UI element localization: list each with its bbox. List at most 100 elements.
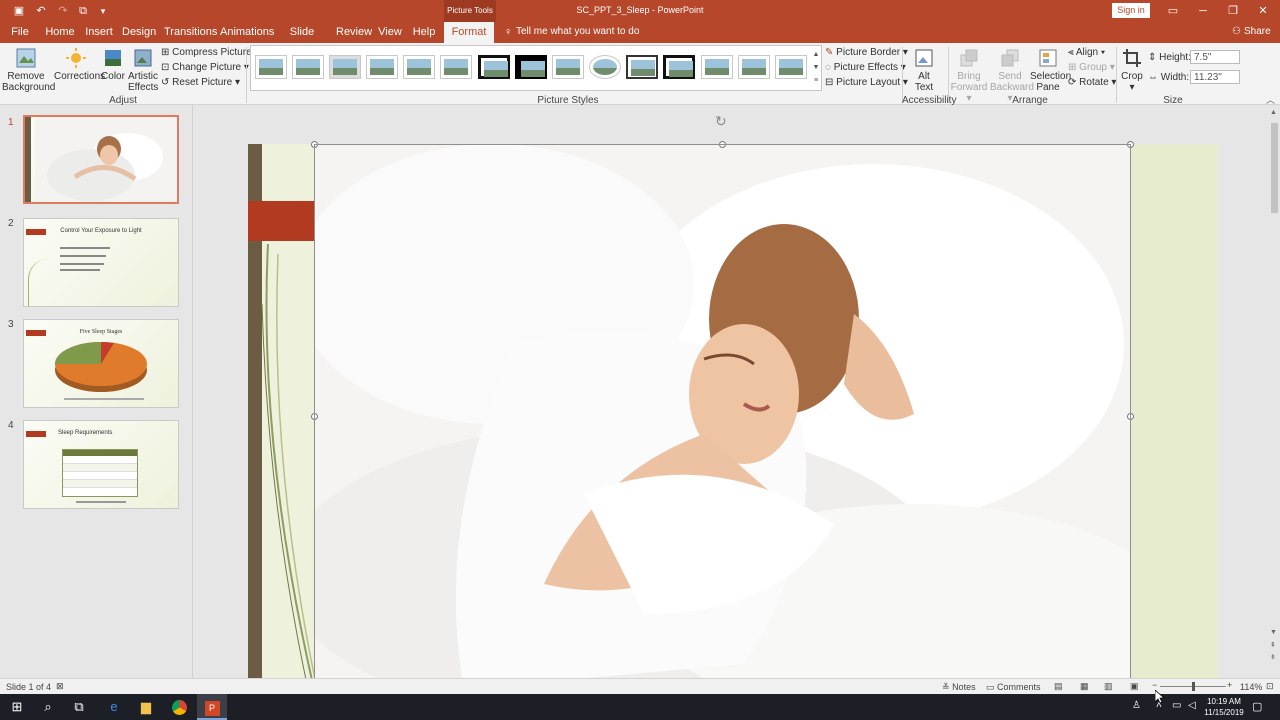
minimize-icon[interactable]: ─: [1194, 3, 1212, 19]
artistic-effects-button[interactable]: Artistic Effects: [128, 47, 158, 93]
change-picture-button[interactable]: ⊡ Change Picture ▾: [161, 61, 249, 74]
tab-transitions[interactable]: Transitions: [164, 22, 217, 43]
tab-format[interactable]: Format: [444, 22, 494, 43]
undo-icon[interactable]: ↶: [32, 3, 50, 19]
align-button[interactable]: ⫷ Align ▾: [1068, 46, 1105, 59]
clock[interactable]: 10:19 AM 11/15/2019: [1202, 696, 1246, 718]
chrome-icon[interactable]: [164, 694, 194, 720]
remove-background-button[interactable]: Remove Background: [2, 47, 55, 93]
previous-slide-icon[interactable]: ⇞: [1270, 641, 1276, 649]
picture-style-3[interactable]: [329, 55, 361, 79]
picture-style-11[interactable]: [626, 55, 658, 79]
height-input[interactable]: 7.5": [1190, 50, 1240, 64]
picture-style-10[interactable]: [589, 55, 621, 79]
alt-text-button[interactable]: Alt Text: [906, 47, 942, 93]
file-explorer-icon[interactable]: ▆: [131, 694, 161, 720]
zoom-slider-thumb[interactable]: [1192, 682, 1195, 691]
selection-pane-button[interactable]: Selection Pane: [1030, 47, 1071, 93]
save-icon[interactable]: ▣: [10, 3, 28, 19]
vertical-scrollbar[interactable]: ▲ ▼ ⇞ ⇟: [1268, 105, 1280, 678]
ribbon-display-options-icon[interactable]: ▭: [1164, 3, 1182, 19]
picture-style-4[interactable]: [366, 55, 398, 79]
scroll-thumb[interactable]: [1271, 123, 1278, 213]
picture-layout-button[interactable]: ⊟ Picture Layout ▾: [825, 76, 908, 89]
tell-me-search[interactable]: Tell me what you want to do: [516, 26, 639, 37]
slide-sorter-icon[interactable]: ▦: [1080, 681, 1089, 692]
resize-handle-tl[interactable]: [311, 141, 318, 148]
tab-view[interactable]: View: [376, 22, 404, 43]
resize-handle-ml[interactable]: [311, 413, 318, 420]
picture-style-2[interactable]: [292, 55, 324, 79]
picture-style-7[interactable]: [478, 55, 510, 79]
tab-slide-show[interactable]: Slide Show: [280, 22, 324, 58]
resize-handle-mr[interactable]: [1127, 413, 1134, 420]
rotate-button[interactable]: ⟳ Rotate ▾: [1068, 76, 1116, 89]
picture-effects-button[interactable]: ◌ Picture Effects ▾: [825, 61, 906, 74]
tab-animations[interactable]: Animations: [220, 22, 274, 43]
picture-style-8[interactable]: [515, 55, 547, 79]
spell-check-icon[interactable]: ⊠: [56, 681, 64, 692]
resize-handle-tc[interactable]: [719, 141, 726, 148]
width-input[interactable]: 11.23": [1190, 70, 1240, 84]
slide-thumbnail-2[interactable]: Control Your Exposure to Light: [23, 218, 179, 307]
color-button[interactable]: Color: [100, 47, 126, 82]
bring-forward-button[interactable]: Bring Forward ▾: [950, 47, 988, 104]
notes-button[interactable]: ≚ Notes: [942, 682, 976, 693]
compress-pictures-button[interactable]: ⊞ Compress Pictures: [161, 46, 257, 59]
reading-view-icon[interactable]: ▥: [1104, 681, 1113, 692]
restore-icon[interactable]: ❐: [1224, 3, 1242, 19]
picture-style-9[interactable]: [552, 55, 584, 79]
reset-picture-button[interactable]: ↺ Reset Picture ▾: [161, 76, 240, 89]
action-center-icon[interactable]: ▢: [1252, 700, 1262, 713]
powerpoint-taskbar-icon[interactable]: P: [197, 694, 227, 720]
picture-style-5[interactable]: [403, 55, 435, 79]
tab-help[interactable]: Help: [412, 22, 436, 43]
network-icon[interactable]: ▭: [1172, 700, 1181, 711]
picture-style-15[interactable]: [775, 55, 807, 79]
sign-in-button[interactable]: Sign in: [1112, 3, 1150, 18]
start-from-beginning-icon[interactable]: ⧉: [74, 3, 92, 19]
picture-style-1[interactable]: [255, 55, 287, 79]
customize-qat-icon[interactable]: ▾: [94, 3, 112, 19]
slide-show-icon[interactable]: ▣: [1130, 681, 1139, 692]
next-slide-icon[interactable]: ⇟: [1270, 653, 1276, 661]
tab-insert[interactable]: Insert: [84, 22, 114, 43]
picture-style-12[interactable]: [663, 55, 695, 79]
fit-slide-icon[interactable]: ⊡: [1266, 681, 1274, 692]
zoom-out-icon[interactable]: −: [1152, 680, 1157, 690]
current-slide[interactable]: [248, 141, 1218, 678]
picture-style-13[interactable]: [701, 55, 733, 79]
people-icon[interactable]: ♙: [1132, 700, 1141, 711]
rotate-handle-icon[interactable]: ↻: [715, 113, 727, 130]
share-button[interactable]: Share: [1244, 26, 1271, 37]
volume-icon[interactable]: ◁: [1188, 700, 1196, 711]
crop-button[interactable]: Crop ▾: [1120, 47, 1144, 93]
corrections-button[interactable]: Corrections: [54, 47, 105, 82]
picture-style-6[interactable]: [440, 55, 472, 79]
redo-icon[interactable]: ↷: [54, 3, 72, 19]
scroll-down-icon[interactable]: ▼: [1270, 629, 1277, 636]
sleeping-woman-photo[interactable]: [314, 144, 1131, 678]
slide-thumbnail-1[interactable]: [23, 115, 179, 204]
group-button[interactable]: ⊞ Group ▾: [1068, 61, 1115, 74]
picture-style-14[interactable]: [738, 55, 770, 79]
resize-handle-tr[interactable]: [1127, 141, 1134, 148]
windows-start-icon[interactable]: ⊞: [2, 694, 32, 720]
normal-view-icon[interactable]: ▤: [1054, 681, 1063, 692]
tab-design[interactable]: Design: [122, 22, 156, 43]
picture-border-button[interactable]: ✎ Picture Border ▾: [825, 46, 908, 59]
close-icon[interactable]: ✕: [1254, 3, 1272, 19]
zoom-level[interactable]: 114%: [1240, 682, 1262, 692]
edge-icon[interactable]: e: [99, 694, 129, 720]
tab-file[interactable]: File: [6, 22, 34, 43]
search-icon[interactable]: ⌕: [33, 694, 63, 720]
zoom-in-icon[interactable]: +: [1227, 680, 1232, 690]
gallery-scroll[interactable]: ▲ ▼ ≡: [811, 48, 821, 88]
tab-review[interactable]: Review: [336, 22, 372, 43]
slide-thumbnail-3[interactable]: Five Sleep Stages: [23, 319, 179, 408]
tab-home[interactable]: Home: [44, 22, 76, 43]
slide-thumbnail-4[interactable]: Sleep Requirements: [23, 420, 179, 509]
comments-button[interactable]: ▭ Comments: [986, 682, 1041, 693]
scroll-up-icon[interactable]: ▲: [1270, 109, 1277, 116]
task-view-icon[interactable]: ⧉: [64, 694, 94, 720]
